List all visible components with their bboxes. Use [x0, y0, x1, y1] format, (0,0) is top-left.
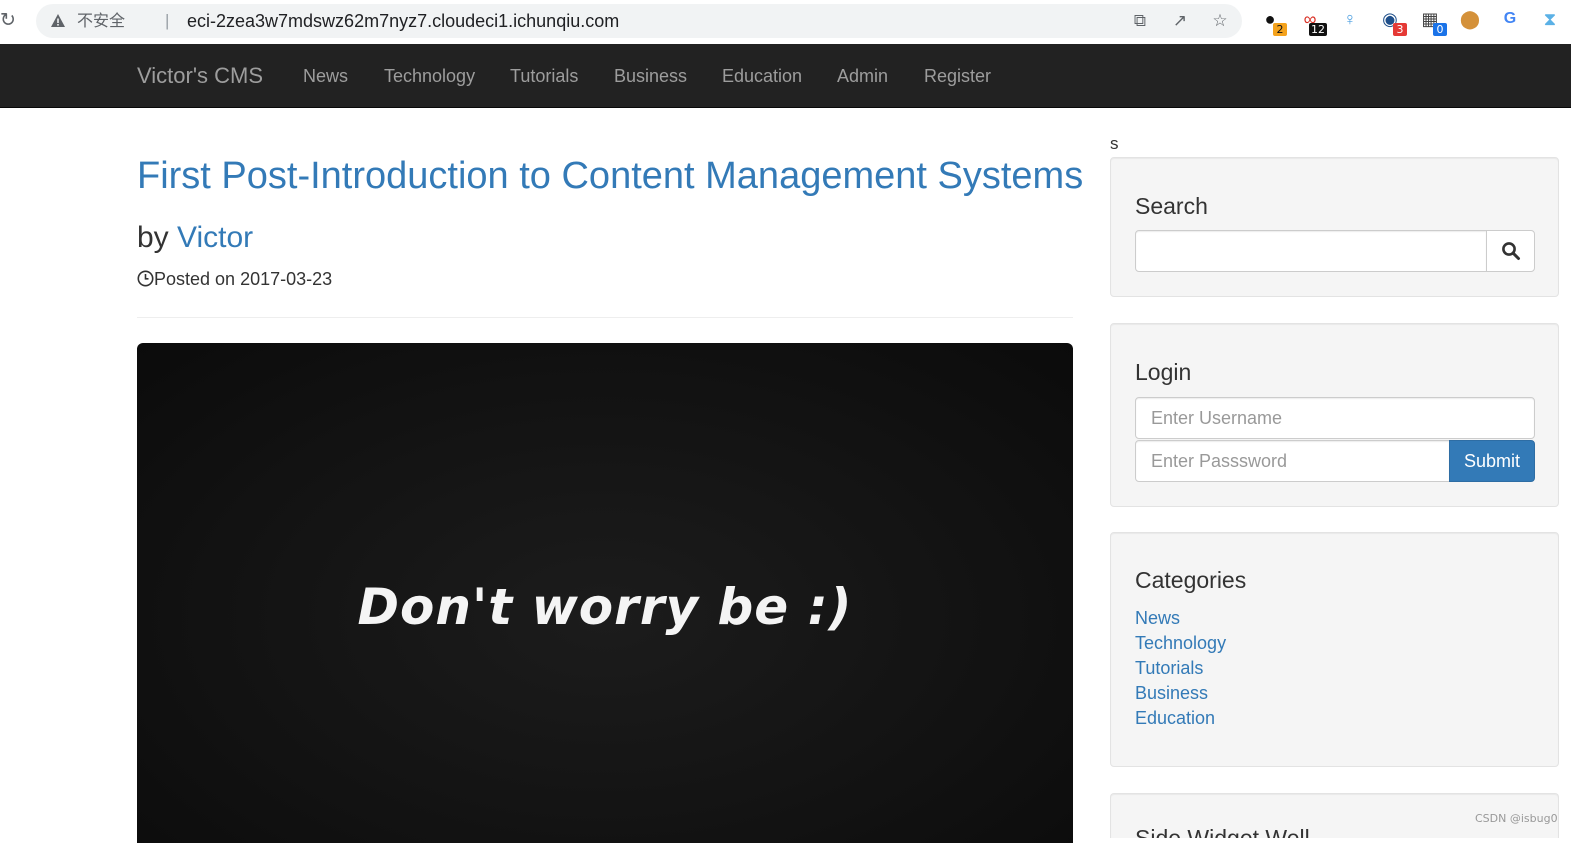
- cookie-ext-icon[interactable]: ⬤: [1459, 8, 1483, 34]
- extension-badge: 3: [1393, 23, 1407, 36]
- translate-page-icon[interactable]: ⧉: [1129, 12, 1151, 30]
- category-link-technology[interactable]: Technology: [1135, 632, 1226, 654]
- categories-widget: Categories News Technology Tutorials Bus…: [1110, 532, 1559, 767]
- author-link[interactable]: Victor: [177, 221, 253, 254]
- share-icon[interactable]: ↗: [1169, 12, 1191, 30]
- search-input[interactable]: [1135, 230, 1487, 272]
- site-brand[interactable]: Victor's CMS: [137, 63, 263, 89]
- address-bar[interactable]: 不安全 | eci-2zea3w7mdswz62m7nyz7.cloudeci1…: [36, 4, 1242, 38]
- circle-ext-icon[interactable]: ● 2: [1259, 8, 1287, 36]
- nav-link-register[interactable]: Register: [924, 66, 991, 86]
- username-input[interactable]: Enter Username: [1135, 397, 1535, 439]
- side-widget-title: Side Widget Well: [1135, 825, 1310, 838]
- watermark-text: CSDN @isbug0: [1475, 812, 1558, 825]
- category-link-education[interactable]: Education: [1135, 707, 1215, 729]
- link-ext-icon[interactable]: ∞ 12: [1299, 8, 1327, 36]
- url-separator: |: [165, 11, 170, 30]
- search-widget: Search: [1110, 157, 1559, 297]
- qr-ext-icon[interactable]: ▦ 0: [1419, 8, 1447, 36]
- nav-link-tutorials[interactable]: Tutorials: [510, 66, 578, 86]
- category-link-tutorials[interactable]: Tutorials: [1135, 657, 1203, 679]
- url-text[interactable]: eci-2zea3w7mdswz62m7nyz7.cloudeci1.ichun…: [187, 11, 619, 31]
- login-title: Login: [1135, 359, 1192, 385]
- extension-badge: 2: [1273, 23, 1287, 36]
- warning-icon[interactable]: [50, 13, 66, 29]
- post-date: Posted on 2017-03-23: [137, 268, 332, 290]
- login-widget: Login Enter Username Enter Passsword Sub…: [1110, 323, 1559, 507]
- divider: [137, 317, 1073, 318]
- clock-icon: [137, 270, 154, 287]
- stray-text: s: [1110, 134, 1119, 153]
- category-link-news[interactable]: News: [1135, 607, 1180, 629]
- password-input[interactable]: Enter Passsword: [1135, 440, 1450, 482]
- categories-title: Categories: [1135, 567, 1247, 593]
- google-translate-ext-icon[interactable]: G: [1499, 8, 1523, 34]
- reload-icon[interactable]: ↻: [0, 10, 20, 32]
- bookmark-star-icon[interactable]: ☆: [1209, 12, 1231, 30]
- extension-badge: 12: [1309, 23, 1327, 36]
- search-icon: [1502, 242, 1520, 260]
- globe-ext-icon[interactable]: ◉ 3: [1379, 8, 1407, 36]
- submit-button[interactable]: Submit: [1449, 440, 1535, 482]
- nav-link-technology[interactable]: Technology: [384, 66, 475, 86]
- post-image-caption: Don't worry be :): [357, 578, 853, 636]
- post-byline: by Victor: [137, 220, 253, 256]
- category-link-business[interactable]: Business: [1135, 682, 1208, 704]
- hourglass-ext-icon[interactable]: ⧗: [1539, 8, 1563, 34]
- posted-on-label: Posted on 2017-03-23: [154, 269, 333, 289]
- not-secure-label[interactable]: 不安全: [77, 11, 125, 31]
- nav-link-news[interactable]: News: [303, 66, 348, 86]
- search-title: Search: [1135, 193, 1208, 219]
- post-image: Don't worry be :): [137, 343, 1073, 843]
- post-title[interactable]: First Post-Introduction to Content Manag…: [137, 154, 1083, 198]
- nav-link-education[interactable]: Education: [722, 66, 802, 86]
- nav-link-admin[interactable]: Admin: [837, 66, 888, 86]
- by-label: by: [137, 221, 169, 254]
- pin-ext-icon[interactable]: ♀: [1339, 8, 1363, 34]
- extension-badge: 0: [1433, 23, 1447, 36]
- nav-link-business[interactable]: Business: [614, 66, 687, 86]
- search-button[interactable]: [1486, 230, 1535, 272]
- site-navbar: Victor's CMS News Technology Tutorials B…: [0, 44, 1571, 108]
- browser-toolbar: ↻ 不安全 | eci-2zea3w7mdswz62m7nyz7.cloudec…: [0, 0, 1571, 44]
